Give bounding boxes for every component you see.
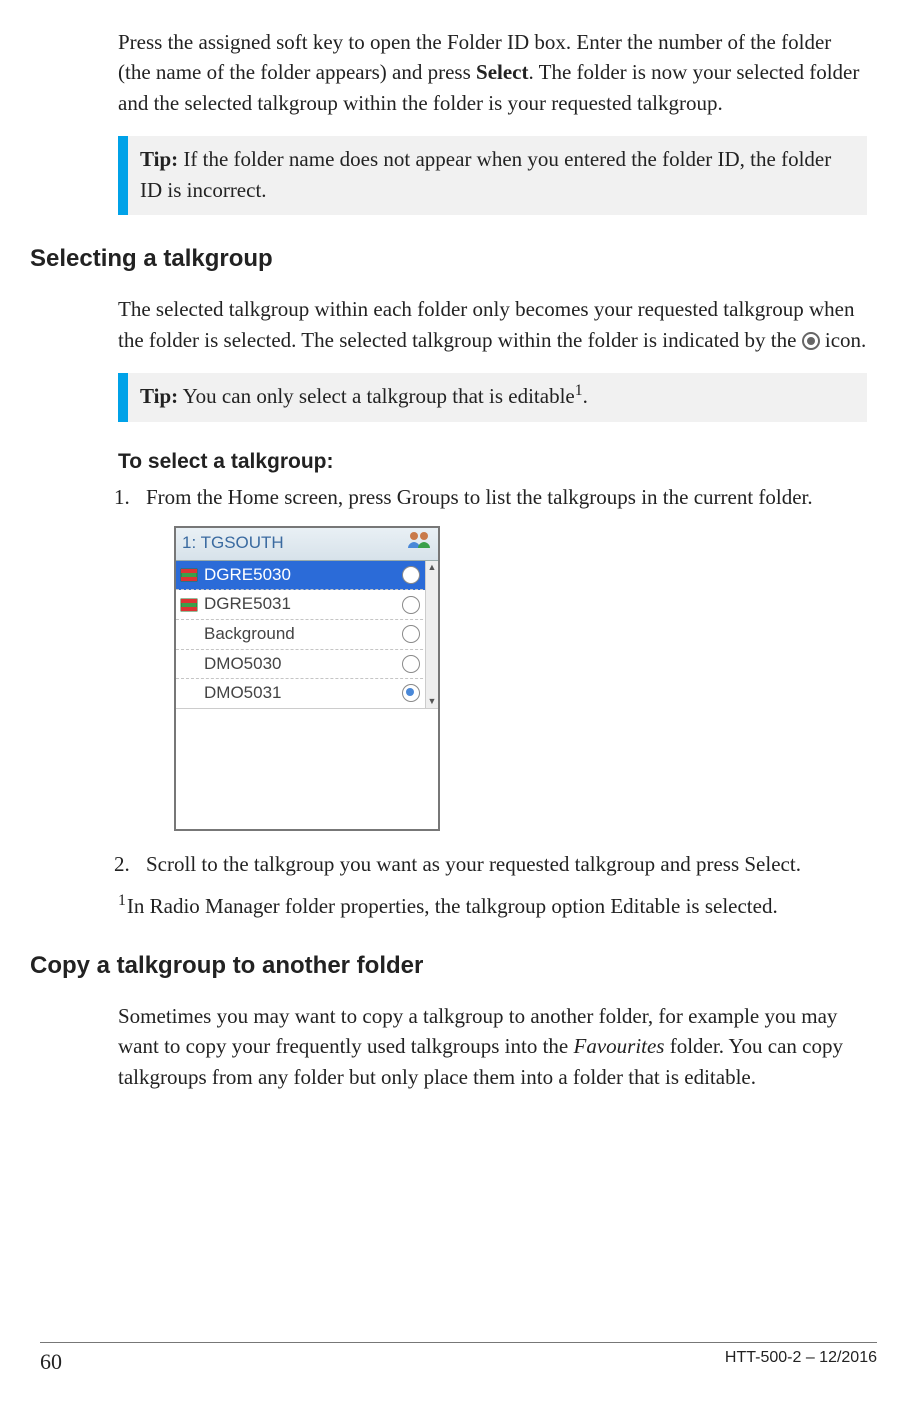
tip2-post: . bbox=[583, 384, 588, 408]
step1-mid: screen, press bbox=[279, 485, 397, 509]
radio-icon[interactable] bbox=[402, 684, 420, 702]
talkgroup-label: DGRE5031 bbox=[204, 592, 291, 617]
tip-box-folderid: Tip: If the folder name does not appear … bbox=[118, 136, 867, 215]
step1-home: Home bbox=[228, 485, 279, 509]
tip2-pre: You can only select a talkgroup that is … bbox=[178, 384, 575, 408]
talkgroup-label: DGRE5030 bbox=[204, 563, 291, 588]
step2-select: Select bbox=[744, 852, 795, 876]
copy-favourites: Favourites bbox=[574, 1034, 665, 1058]
radio-icon[interactable] bbox=[402, 655, 420, 673]
procedure-step-2: 2. Scroll to the talkgroup you want as y… bbox=[118, 849, 867, 879]
selecting-paragraph: The selected talkgroup within each folde… bbox=[118, 294, 867, 355]
radio-icon[interactable] bbox=[402, 625, 420, 643]
device-header: 1: TGSOUTH bbox=[176, 528, 438, 561]
footnote-bold: Editable bbox=[610, 894, 680, 918]
tip-label: Tip: bbox=[140, 384, 178, 408]
heading-copy-talkgroup: Copy a talkgroup to another folder bbox=[30, 952, 867, 980]
step1-groups: Groups bbox=[397, 485, 459, 509]
talkgroup-label: DMO5031 bbox=[204, 681, 281, 706]
footnote-post: is selected. bbox=[680, 894, 777, 918]
step1-post: to list the talkgroups in the current fo… bbox=[459, 485, 813, 509]
intro-paragraph: Press the assigned soft key to open the … bbox=[118, 27, 867, 118]
intro-bold-select: Select bbox=[476, 60, 528, 84]
step2-post: . bbox=[796, 852, 801, 876]
tip-box-editable: Tip: You can only select a talkgroup tha… bbox=[118, 373, 867, 421]
talkgroup-label: DMO5030 bbox=[204, 652, 281, 677]
device-scrollbar[interactable] bbox=[425, 561, 438, 708]
tip2-sup: 1 bbox=[575, 382, 583, 399]
procedure-list: 1. From the Home screen, press Groups to… bbox=[118, 482, 867, 880]
talkgroup-row[interactable]: DGRE5031 bbox=[176, 590, 438, 620]
selecting-pre: The selected talkgroup within each folde… bbox=[118, 297, 855, 351]
radio-icon[interactable] bbox=[402, 566, 420, 584]
procedure-step-1: 1. From the Home screen, press Groups to… bbox=[118, 482, 867, 831]
selected-radio-icon bbox=[802, 332, 820, 350]
tip-label: Tip: bbox=[140, 147, 178, 171]
device-blank-area bbox=[176, 708, 438, 829]
step1-pre: From the bbox=[146, 485, 228, 509]
doc-id: HTT-500-2 – 12/2016 bbox=[725, 1349, 877, 1375]
flag-icon bbox=[180, 568, 198, 582]
talkgroup-row[interactable]: DMO5031 bbox=[176, 679, 438, 708]
people-icon bbox=[406, 530, 432, 558]
device-list: DGRE5030 DGRE5031 Background DMO5030 DMO5031 bbox=[176, 561, 438, 708]
footnote-pre: In Radio Manager folder properties, the … bbox=[127, 894, 610, 918]
radio-icon[interactable] bbox=[402, 596, 420, 614]
device-title: 1: TGSOUTH bbox=[182, 531, 284, 556]
tip1-text: If the folder name does not appear when … bbox=[140, 147, 831, 201]
talkgroup-row[interactable]: DMO5030 bbox=[176, 650, 438, 680]
heading-selecting-talkgroup: Selecting a talkgroup bbox=[30, 245, 867, 273]
talkgroup-row[interactable]: Background bbox=[176, 620, 438, 650]
step2-pre: Scroll to the talkgroup you want as your… bbox=[146, 852, 744, 876]
talkgroup-label: Background bbox=[204, 622, 295, 647]
footnote-sup: 1 bbox=[118, 892, 126, 909]
device-screenshot: 1: TGSOUTH DGRE5030 DGRE5031 Background DMO… bbox=[174, 526, 440, 831]
flag-icon bbox=[180, 598, 198, 612]
heading-to-select: To select a talkgroup: bbox=[118, 450, 867, 474]
copy-paragraph: Sometimes you may want to copy a talkgro… bbox=[118, 1001, 867, 1092]
selecting-post: icon. bbox=[820, 328, 867, 352]
step2-num: 2. bbox=[114, 849, 130, 879]
footnote-editable: 1In Radio Manager folder properties, the… bbox=[118, 891, 867, 921]
page-number: 60 bbox=[40, 1349, 62, 1375]
step1-num: 1. bbox=[114, 482, 130, 512]
page-footer: 60 HTT-500-2 – 12/2016 bbox=[40, 1342, 877, 1375]
talkgroup-row[interactable]: DGRE5030 bbox=[176, 561, 438, 591]
